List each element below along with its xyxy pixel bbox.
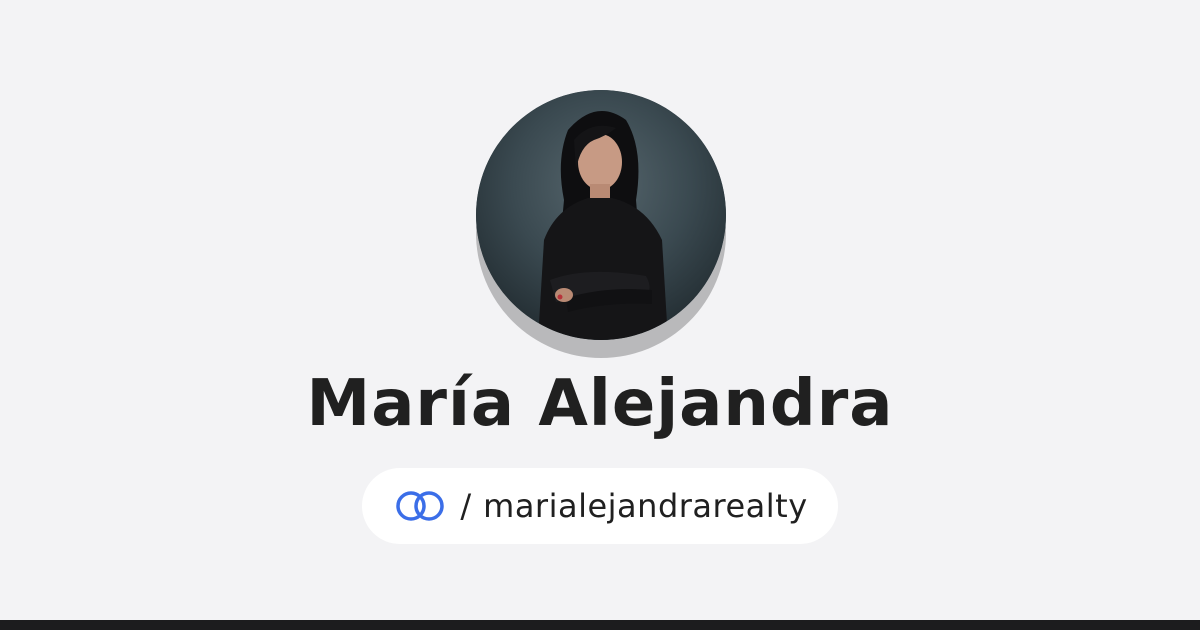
bottom-bar — [0, 620, 1200, 630]
avatar — [476, 90, 726, 340]
profile-handle: marialejandrarealty — [483, 487, 808, 525]
avatar-container — [476, 90, 726, 358]
profile-photo-image — [476, 90, 726, 340]
profile-name: María Alejandra — [306, 367, 894, 441]
handle-separator: / — [460, 487, 472, 525]
profile-link-button[interactable]: / marialejandrarealty — [362, 468, 838, 544]
linked-rings-icon — [392, 488, 448, 524]
